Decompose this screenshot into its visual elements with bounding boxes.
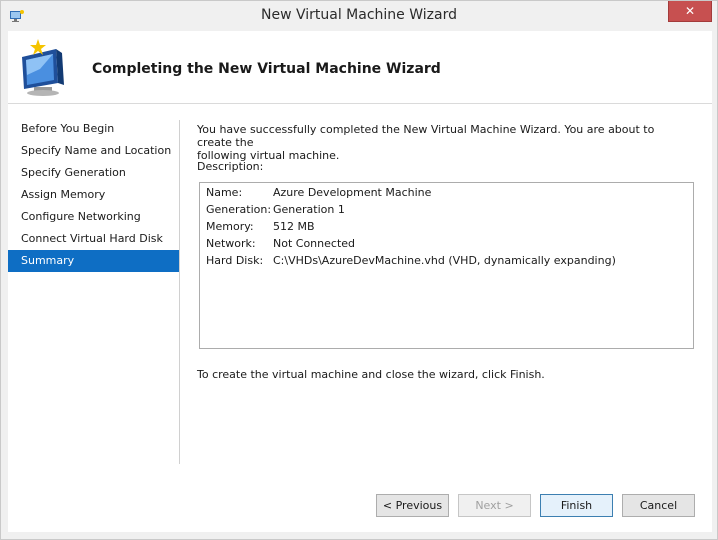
detail-value: Generation 1 — [273, 203, 345, 216]
finish-instruction: To create the virtual machine and close … — [197, 368, 545, 381]
summary-content: You have successfully completed the New … — [197, 123, 697, 381]
detail-value: C:\VHDs\AzureDevMachine.vhd (VHD, dynami… — [273, 254, 616, 267]
detail-key: Memory: — [206, 220, 254, 233]
nav-item-specify-generation[interactable]: Specify Generation — [8, 162, 179, 184]
previous-button[interactable]: < Previous — [376, 494, 449, 517]
cancel-button[interactable]: Cancel — [622, 494, 695, 517]
detail-key: Hard Disk: — [206, 254, 264, 267]
next-button[interactable]: Next > — [458, 494, 531, 517]
detail-key: Name: — [206, 186, 243, 199]
wizard-body: Before You Begin Specify Name and Locati… — [8, 104, 712, 532]
wizard-header: Completing the New Virtual Machine Wizar… — [8, 31, 712, 104]
title-bar[interactable]: New Virtual Machine Wizard ✕ — [1, 1, 717, 31]
description-box[interactable]: Name: Azure Development Machine Generati… — [199, 182, 694, 349]
page-heading: Completing the New Virtual Machine Wizar… — [92, 61, 441, 77]
nav-item-summary[interactable]: Summary — [8, 250, 179, 272]
detail-value: Azure Development Machine — [273, 186, 432, 199]
window-title: New Virtual Machine Wizard — [261, 7, 457, 23]
detail-value: 512 MB — [273, 220, 315, 233]
wizard-step-list: Before You Begin Specify Name and Locati… — [8, 118, 179, 272]
detail-key: Network: — [206, 237, 256, 250]
intro-text: You have successfully completed the New … — [197, 123, 667, 162]
nav-item-configure-networking[interactable]: Configure Networking — [8, 206, 179, 228]
virtual-machine-wizard-icon — [22, 39, 64, 96]
nav-item-connect-virtual-hard-disk[interactable]: Connect Virtual Hard Disk — [8, 228, 179, 250]
description-label: Description: — [197, 160, 264, 173]
finish-button[interactable]: Finish — [540, 494, 613, 517]
nav-item-specify-name-and-location[interactable]: Specify Name and Location — [8, 140, 179, 162]
wizard-window: New Virtual Machine Wizard ✕ Completing … — [0, 0, 718, 540]
nav-divider — [179, 120, 180, 464]
intro-line-1: You have successfully completed the New … — [197, 123, 655, 149]
detail-value: Not Connected — [273, 237, 356, 250]
intro-line-2: following virtual machine. — [197, 149, 340, 162]
detail-key: Generation: — [206, 203, 272, 216]
nav-item-assign-memory[interactable]: Assign Memory — [8, 184, 179, 206]
nav-item-before-you-begin[interactable]: Before You Begin — [8, 118, 179, 140]
close-button[interactable]: ✕ — [668, 1, 712, 22]
